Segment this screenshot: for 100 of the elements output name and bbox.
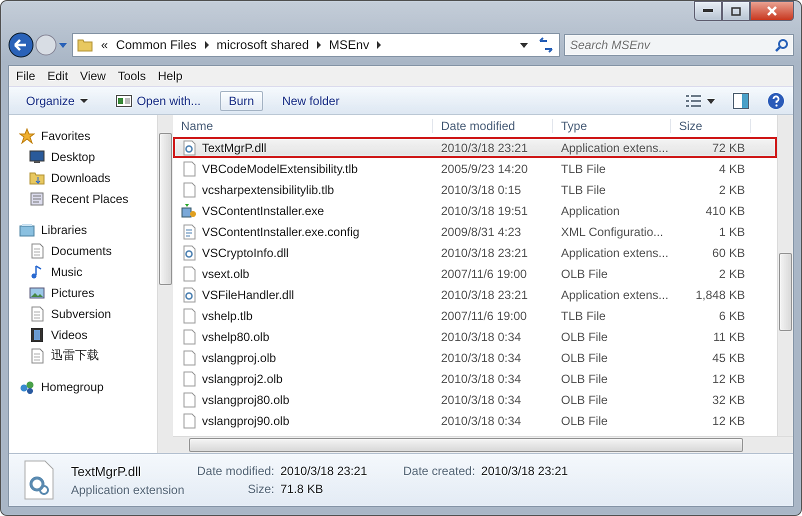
search-icon: [775, 38, 789, 52]
view-options-icon[interactable]: [685, 94, 715, 108]
file-row[interactable]: vslangproj.olb 2010/3/18 0:34 OLB File 45 KB: [173, 347, 777, 368]
config-file-icon: [181, 224, 197, 240]
file-row[interactable]: vslangproj2.olb 2010/3/18 0:34 OLB File 12 KB: [173, 368, 777, 389]
field-value: 2010/3/18 23:21: [481, 464, 568, 478]
file-row[interactable]: vshelp80.olb 2010/3/18 0:34 OLB File 11 KB: [173, 326, 777, 347]
table-cell-text: 2009/8/31 4:23: [440, 224, 522, 238]
address-bar[interactable]: « Common Files microsoft shared MSEnv: [72, 33, 560, 57]
file-name: vshelp.tlb: [202, 308, 253, 322]
nav-item[interactable]: Documents: [9, 240, 157, 261]
file-row[interactable]: vslangproj90.olb 2010/3/18 0:34 OLB File 12 KB: [173, 410, 777, 431]
table-cell-text: 1 KB: [718, 224, 746, 238]
document-icon: [29, 242, 45, 258]
breadcrumb-item[interactable]: microsoft shared: [216, 38, 309, 52]
file-row[interactable]: VSFileHandler.dll 2010/3/18 23:21 Application extens... 1,848 KB: [173, 284, 777, 305]
table-cell-text: 2010/3/18 23:21: [440, 246, 529, 260]
file-name: vcsharpextensibilitylib.tlb: [202, 182, 334, 196]
search-field[interactable]: Search MSEnv: [564, 34, 794, 56]
blank-file-icon: [181, 350, 197, 366]
table-cell-text: TLB File: [560, 308, 607, 322]
maximize-icon: [731, 6, 741, 16]
file-row[interactable]: VSContentInstaller.exe.config 2009/8/31 4:23 XML Configuratio... 1 KB: [173, 221, 777, 242]
file-row[interactable]: VSCryptoInfo.dll 2010/3/18 23:21 Application extens... 60 KB: [173, 242, 777, 263]
nav-group[interactable]: Favorites: [9, 125, 157, 146]
breadcrumb-item[interactable]: Common Files: [116, 38, 197, 52]
blank-file-icon: [181, 308, 197, 324]
nav-item[interactable]: Desktop: [9, 146, 157, 167]
table-cell-text: 12 KB: [711, 414, 746, 428]
document-icon: [29, 348, 45, 364]
nav-item[interactable]: 迅雷下载: [9, 345, 157, 366]
file-name: TextMgrP.dll: [202, 140, 266, 154]
menu-item[interactable]: Tools: [112, 69, 151, 83]
table-cell-text: 1,848 KB: [694, 288, 746, 302]
minimize-icon: [703, 9, 713, 13]
nav-item[interactable]: Subversion: [9, 303, 157, 324]
table-cell-text: OLB File: [560, 330, 609, 344]
file-name: VSContentInstaller.exe.config: [202, 224, 360, 238]
help-icon[interactable]: [767, 92, 785, 110]
file-row[interactable]: vsext.olb 2007/11/6 19:00 OLB File 2 KB: [173, 263, 777, 284]
preview-pane-icon[interactable]: [733, 92, 749, 108]
scrollbar[interactable]: [157, 115, 173, 453]
table-cell-text: OLB File: [560, 372, 609, 386]
column-header[interactable]: Size: [671, 119, 751, 133]
nav-item[interactable]: Music: [9, 261, 157, 282]
file-name: VBCodeModelExtensibility.tlb: [202, 162, 358, 176]
file-name: VSContentInstaller.exe: [202, 204, 324, 218]
file-row[interactable]: vslangproj80.olb 2010/3/18 0:34 OLB File 32 KB: [173, 389, 777, 410]
nav-item[interactable]: Downloads: [9, 167, 157, 188]
table-cell-text: 45 KB: [711, 350, 746, 364]
nav-item[interactable]: Videos: [9, 324, 157, 345]
toolbar-button[interactable]: New folder: [273, 90, 348, 110]
breadcrumb-item[interactable]: MSEnv: [328, 38, 370, 52]
menu-item[interactable]: File: [11, 69, 40, 83]
toolbar-button[interactable]: Open with...: [106, 90, 210, 110]
breadcrumb-item[interactable]: «: [101, 38, 108, 52]
document-icon: [29, 306, 45, 322]
nav-item[interactable]: Recent Places: [9, 188, 157, 209]
field-label: Date created:: [403, 464, 476, 478]
nav-group[interactable]: Homegroup: [9, 376, 157, 397]
table-cell-text: 2010/3/18 23:21: [440, 288, 529, 302]
file-row[interactable]: vshelp.tlb 2007/11/6 19:00 TLB File 6 KB: [173, 305, 777, 326]
toolbar-button[interactable]: Burn: [220, 90, 264, 110]
column-header[interactable]: Name: [173, 119, 433, 133]
gear-file-icon: [181, 286, 197, 302]
menu-item[interactable]: Edit: [42, 69, 74, 83]
menu-item[interactable]: View: [75, 69, 111, 83]
field-value: 2010/3/18 23:21: [280, 464, 368, 478]
scrollbar[interactable]: [777, 115, 793, 436]
table-cell-text: 2010/3/18 0:15: [440, 182, 522, 196]
star-icon: [19, 128, 35, 144]
file-name: vslangproj90.olb: [202, 414, 290, 428]
minimize-button[interactable]: [694, 1, 722, 21]
maximize-button[interactable]: [722, 1, 750, 21]
homegroup-icon: [19, 378, 35, 394]
refresh-icon[interactable]: [537, 37, 555, 53]
blank-file-icon: [181, 392, 197, 408]
gear-file-icon: [23, 460, 55, 500]
file-row[interactable]: VSContentInstaller.exe 2010/3/18 19:51 Application 410 KB: [173, 200, 777, 221]
file-row[interactable]: vcsharpextensibilitylib.tlb 2010/3/18 0:15 TLB File 2 KB: [173, 179, 777, 200]
horizontal-scrollbar[interactable]: [173, 436, 793, 453]
column-header[interactable]: Type: [553, 119, 671, 133]
blank-file-icon: [181, 412, 197, 428]
dropdown-icon[interactable]: [519, 40, 529, 50]
column-header[interactable]: Date modified: [433, 119, 553, 133]
recent-places-icon: [29, 190, 45, 206]
close-button[interactable]: [750, 1, 794, 21]
file-row[interactable]: TextMgrP.dll 2010/3/18 23:21 Application extens... 72 KB: [173, 137, 777, 158]
caret-icon: [80, 98, 88, 102]
nav-group[interactable]: Libraries: [9, 219, 157, 240]
blank-file-icon: [181, 370, 197, 386]
toolbar-button[interactable]: Organize: [17, 90, 97, 110]
menu-item[interactable]: Help: [152, 69, 188, 83]
back-button[interactable]: [8, 32, 34, 58]
gear-file-icon: [181, 244, 197, 260]
table-cell-text: 6 KB: [718, 308, 746, 322]
table-cell-text: Application extens...: [560, 288, 670, 302]
table-cell-text: 2010/3/18 0:34: [440, 392, 522, 406]
nav-item[interactable]: Pictures: [9, 282, 157, 303]
file-row[interactable]: VBCodeModelExtensibility.tlb 2005/9/23 14:20 TLB File 4 KB: [173, 158, 777, 179]
